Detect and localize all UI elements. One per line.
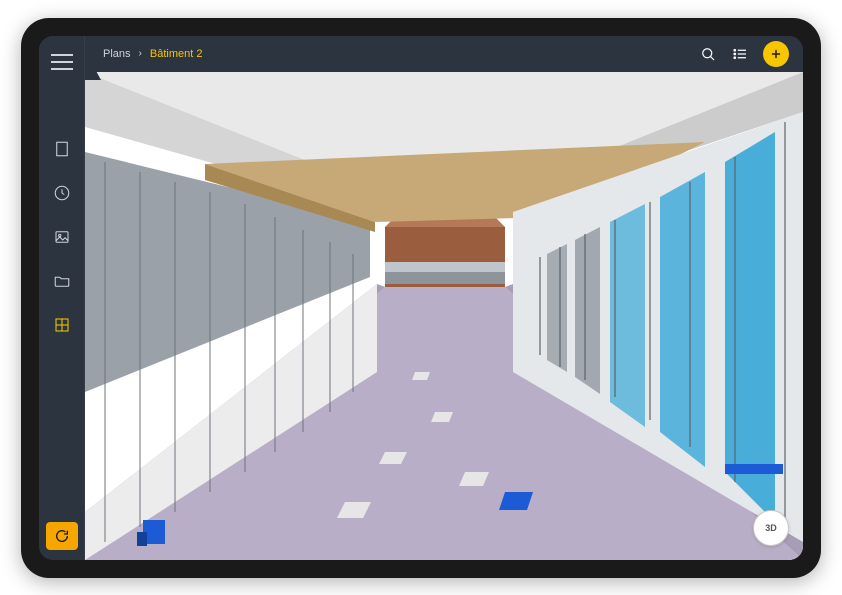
view-mode-3d-button[interactable]: 3D	[753, 510, 789, 546]
view-mode-label: 3D	[765, 523, 777, 533]
top-actions	[699, 41, 789, 67]
add-button[interactable]	[763, 41, 789, 67]
app-screen: Plans › Bâtiment 2	[39, 36, 803, 560]
tablet-frame: Plans › Bâtiment 2	[21, 18, 821, 578]
model-viewport[interactable]: 3D	[85, 72, 803, 560]
list-icon[interactable]	[731, 45, 749, 63]
breadcrumb: Plans › Bâtiment 2	[103, 48, 202, 60]
search-icon[interactable]	[699, 45, 717, 63]
building-icon[interactable]	[53, 140, 71, 158]
menu-button[interactable]	[51, 54, 73, 70]
main-area: Plans › Bâtiment 2	[85, 36, 803, 560]
top-bar: Plans › Bâtiment 2	[85, 36, 803, 72]
scene-3d	[85, 72, 803, 560]
rail-nav	[53, 140, 71, 334]
clock-icon[interactable]	[53, 184, 71, 202]
image-icon[interactable]	[53, 228, 71, 246]
folder-icon[interactable]	[53, 272, 71, 290]
layout-icon[interactable]	[53, 316, 71, 334]
left-rail	[39, 36, 85, 560]
breadcrumb-separator: ›	[139, 48, 142, 59]
breadcrumb-current: Bâtiment 2	[150, 48, 203, 60]
breadcrumb-root[interactable]: Plans	[103, 48, 131, 60]
refresh-button[interactable]	[46, 522, 78, 550]
